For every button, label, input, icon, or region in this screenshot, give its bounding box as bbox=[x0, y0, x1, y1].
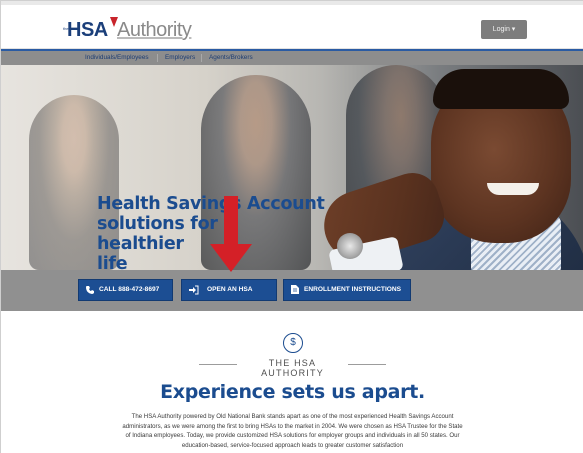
logo-brand: HSA bbox=[67, 19, 108, 41]
intro-section: $ THE HSA AUTHORITY Experience sets us a… bbox=[1, 311, 583, 453]
intro-body-text: The HSA Authority powered by Old Nationa… bbox=[122, 413, 463, 449]
document-icon bbox=[286, 280, 304, 300]
nav-item-agents[interactable]: Agents/Brokers bbox=[209, 51, 253, 65]
hsa-authority-logo[interactable]: the HSA Authority bbox=[63, 15, 203, 45]
open-hsa-button[interactable]: OPEN AN HSA bbox=[181, 279, 277, 301]
intro-eyebrow: THE HSA AUTHORITY bbox=[261, 358, 324, 378]
enrollment-instructions-label: ENROLLMENT INSTRUCTIONS bbox=[304, 286, 402, 293]
eyebrow-rule bbox=[199, 364, 237, 365]
phone-icon bbox=[81, 280, 99, 300]
nav-divider bbox=[157, 54, 158, 62]
hero-photo-watch bbox=[337, 233, 363, 259]
call-button[interactable]: CALL 888-472-8697 bbox=[78, 279, 173, 301]
login-button[interactable]: Login ▾ bbox=[481, 20, 527, 39]
intro-title: Experience sets us apart. bbox=[160, 381, 425, 403]
nav-item-employers[interactable]: Employers bbox=[165, 51, 195, 65]
browser-page: the HSA Authority Login ▾ Individuals/Em… bbox=[0, 0, 583, 453]
hero-banner: Health Savings Account solutions for a h… bbox=[1, 65, 583, 270]
open-hsa-button-label: OPEN AN HSA bbox=[207, 286, 253, 293]
site-header: the HSA Authority Login ▾ bbox=[1, 5, 583, 49]
dollar-circle-icon: $ bbox=[283, 333, 303, 353]
red-arrow-icon bbox=[206, 196, 256, 276]
cta-bar: CALL 888-472-8697 OPEN AN HSA ENROLLMENT… bbox=[1, 270, 583, 311]
main-nav: Individuals/Employees Employers Agents/B… bbox=[1, 49, 583, 65]
eyebrow-rule bbox=[348, 364, 386, 365]
hero-photo-man-hair bbox=[433, 69, 569, 109]
logo-suffix: Authority bbox=[117, 19, 192, 41]
nav-item-individuals[interactable]: Individuals/Employees bbox=[85, 51, 149, 65]
nav-divider bbox=[201, 54, 202, 62]
enrollment-instructions-button[interactable]: ENROLLMENT INSTRUCTIONS bbox=[283, 279, 411, 301]
call-button-label: CALL 888-472-8697 bbox=[99, 286, 160, 293]
sign-in-icon bbox=[184, 280, 202, 300]
hero-photo-man-smile bbox=[487, 183, 539, 195]
